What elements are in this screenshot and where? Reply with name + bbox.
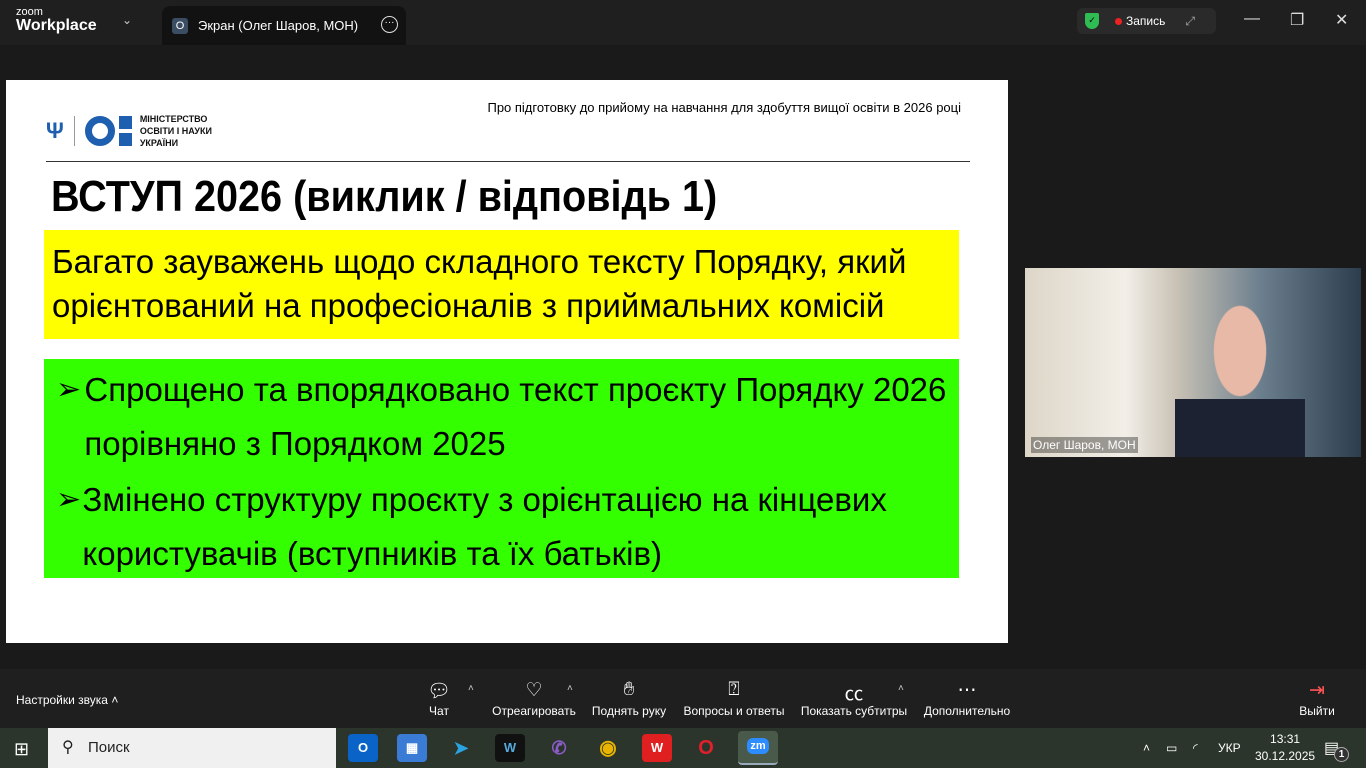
recording-label: Запись: [1126, 14, 1166, 28]
notification-count: 1: [1334, 747, 1349, 762]
participant-name: Олег Шаров, МОН: [1031, 437, 1138, 453]
outlook-icon[interactable]: O: [348, 734, 378, 762]
chrome-icon[interactable]: ◉: [593, 734, 623, 762]
captions-button[interactable]: ㏄ Показать субтитры: [801, 679, 907, 718]
shared-slide: Ψ МІНІСТЕРСТВО ОСВІТИ І НАУКИ УКРАЇНИ Пр…: [6, 80, 1008, 643]
more-button[interactable]: ⋯ Дополнительно: [924, 679, 1010, 718]
title-bar: zoom Workplace ⌄ O Экран (Олег Шаров, МОН…: [0, 0, 1366, 45]
search-icon: ⚲: [62, 739, 74, 756]
bullet-item: ➢ Спрощено та впорядковано текст проєкту …: [44, 363, 959, 471]
minimize-button[interactable]: —: [1244, 10, 1260, 28]
meeting-toolbar: Настройки звука ˄ 💬︎ Чат ˄ ♡ Отреагировать…: [0, 669, 1366, 728]
zoom-logo: zoom Workplace: [16, 6, 97, 34]
participant-video[interactable]: Олег Шаров, МОН: [1025, 268, 1361, 457]
exit-icon: ⇥: [1309, 680, 1325, 701]
hand-icon: ✋︎: [623, 679, 635, 700]
arrow-bullet-icon: ➢: [56, 373, 82, 406]
chat-button[interactable]: 💬︎ Чат: [427, 679, 451, 718]
opera-icon[interactable]: O: [691, 734, 721, 762]
wps-icon[interactable]: W: [642, 734, 672, 762]
arrow-bullet-icon: ➢: [56, 483, 82, 516]
ministry-logo: Ψ МІНІСТЕРСТВО ОСВІТИ І НАУКИ УКРАЇНИ: [46, 114, 212, 148]
cc-icon: ㏄: [844, 684, 864, 705]
react-options-caret[interactable]: ˄: [567, 683, 573, 694]
captions-options-caret[interactable]: ˄: [898, 683, 904, 694]
viber-icon[interactable]: ✆: [544, 734, 574, 762]
slide-title: ВСТУП 2026 (виклик / відповідь 1): [51, 172, 718, 221]
avatar: O: [172, 17, 188, 34]
windows-start-icon[interactable]: ⊞: [14, 739, 29, 760]
restore-button[interactable]: ❐: [1290, 10, 1304, 30]
slide-header: Про підготовку до прийому на навчання дл…: [487, 100, 961, 115]
windows-taskbar: ⊞ ⚲ Поиск O ▦ ➤ W ✆ ◉ W O zm ˄ ▭ ◜ УКР 13…: [0, 728, 1366, 768]
expand-icon[interactable]: ⤢: [1185, 14, 1195, 29]
chat-options-caret[interactable]: ˄: [468, 683, 474, 694]
battery-icon[interactable]: ▭: [1166, 728, 1177, 768]
qa-button[interactable]: ⍰ Вопросы и ответы: [683, 679, 784, 718]
chat-icon: 💬︎: [426, 681, 452, 702]
taskbar-search[interactable]: ⚲ Поиск: [48, 728, 336, 768]
response-box: ➢ Спрощено та впорядковано текст проєкту …: [44, 359, 959, 578]
participant-image: [1175, 303, 1305, 457]
divider: [46, 161, 970, 162]
bullet-item: ➢ Змінено структуру проєкту з орієнтацією…: [44, 473, 959, 581]
raise-hand-button[interactable]: ✋︎ Поднять руку: [592, 679, 666, 718]
recording-indicator[interactable]: ✓ Запись ⤢: [1077, 8, 1216, 34]
trident-icon: Ψ: [46, 118, 64, 143]
chevron-down-icon[interactable]: ⌄: [122, 13, 132, 27]
heart-icon: ♡: [525, 680, 543, 701]
share-tab[interactable]: O Экран (Олег Шаров, МОН) ···: [162, 6, 406, 45]
store-icon[interactable]: ▦: [397, 734, 427, 762]
wifi-icon[interactable]: ◜: [1193, 728, 1198, 768]
react-button[interactable]: ♡ Отреагировать: [492, 679, 576, 718]
audio-settings-button[interactable]: Настройки звука ˄: [16, 693, 118, 707]
zoom-taskbar-icon[interactable]: zm: [738, 731, 778, 765]
tab-title: Экран (Олег Шаров, МОН): [198, 18, 359, 33]
tray-chevron-icon[interactable]: ˄: [1143, 728, 1150, 768]
more-icon: ⋯: [957, 680, 977, 701]
record-dot-icon: [1115, 17, 1122, 25]
shield-check-icon: ✓: [1085, 13, 1099, 29]
question-icon: ⍰: [728, 679, 740, 700]
webex-icon[interactable]: W: [495, 734, 525, 762]
close-button[interactable]: ✕: [1335, 10, 1348, 30]
notifications-icon[interactable]: ▤ 1: [1324, 738, 1349, 762]
leave-button[interactable]: ⇥ Выйти: [1299, 679, 1335, 718]
telegram-icon[interactable]: ➤: [446, 734, 476, 762]
more-icon[interactable]: ···: [381, 16, 398, 33]
challenge-box: Багато зауважень щодо складного тексту П…: [44, 230, 959, 339]
language-indicator[interactable]: УКР: [1218, 728, 1241, 768]
clock[interactable]: 13:31 30.12.2025: [1255, 731, 1315, 765]
